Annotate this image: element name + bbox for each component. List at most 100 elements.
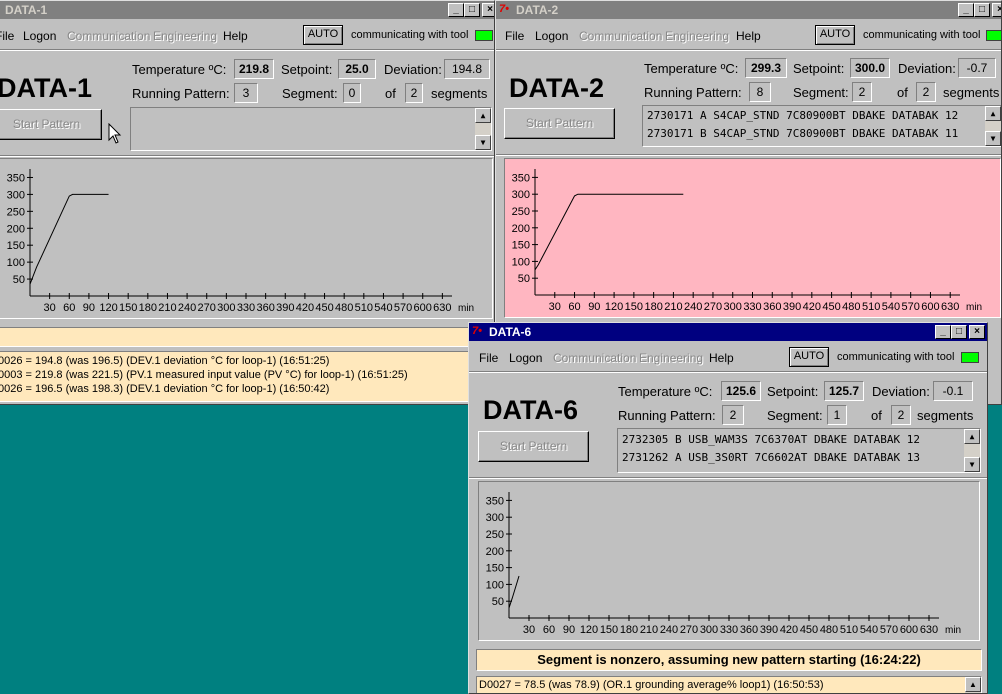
auto-button[interactable]: AUTO — [303, 25, 343, 45]
pattern-row[interactable]: 2730171 A S4CAP_STND 7C80900BT DBAKE DAT… — [647, 109, 958, 122]
x-tick-label: 450 — [822, 301, 840, 313]
pattern-row[interactable]: 2731262 A USB_3S0RT 7C6602AT DBAKE DATAB… — [622, 451, 920, 464]
y-tick-label: 150 — [486, 563, 504, 575]
title-bar[interactable]: DATA-1 _ □ × — [0, 1, 494, 19]
close-button[interactable]: × — [482, 3, 494, 17]
x-tick-label: 240 — [178, 302, 196, 314]
y-tick-label: 100 — [7, 257, 25, 269]
pattern-row[interactable]: 2732305 B USB_WAM3S 7C6370AT DBAKE DATAB… — [622, 433, 920, 446]
title-bar[interactable]: 7• DATA-2 _ □ × — [496, 1, 1001, 19]
x-tick-label: 150 — [625, 301, 643, 313]
x-tick-label: 630 — [941, 301, 959, 313]
x-tick-label: 540 — [882, 301, 900, 313]
x-tick-label: 630 — [433, 302, 451, 314]
trend-chart: 50 100 150 200 250 300 350 30 60 90 120 150 180 210 24… — [478, 481, 980, 641]
auto-button[interactable]: AUTO — [789, 347, 829, 367]
pattern-list[interactable]: ▲ ▼ — [130, 107, 492, 151]
start-pattern-button[interactable]: Start Pattern — [504, 108, 615, 139]
scroll-down-icon[interactable]: ▼ — [475, 135, 491, 150]
pattern-list[interactable]: 2732305 B USB_WAM3S 7C6370AT DBAKE DATAB… — [617, 428, 981, 473]
running-pattern-label: Running Pattern: — [132, 86, 230, 101]
x-tick-label: 270 — [198, 302, 216, 314]
setpoint-label: Setpoint: — [767, 384, 819, 399]
minimize-button[interactable]: _ — [448, 3, 464, 17]
maximize-button[interactable]: □ — [464, 3, 480, 17]
x-tick-label: 330 — [237, 302, 255, 314]
minimize-button[interactable]: _ — [935, 325, 951, 339]
of-segments-value: 2 — [405, 83, 423, 103]
temperature-value: 219.8 — [234, 59, 274, 79]
log-scrollbar[interactable]: ▲ — [965, 677, 981, 693]
x-tick-label: 540 — [860, 624, 878, 636]
x-tick-label: 360 — [256, 302, 274, 314]
x-tick-label: 510 — [355, 302, 373, 314]
temperature-series-line — [534, 193, 684, 271]
close-button[interactable]: × — [992, 3, 1001, 17]
temperature-series-line — [508, 575, 520, 609]
menu-communication[interactable]: Communication — [579, 29, 662, 43]
message-banner: Segment is nonzero, assuming new pattern… — [476, 649, 982, 671]
menu-logon[interactable]: Logon — [535, 29, 568, 43]
scroll-up-icon[interactable]: ▲ — [475, 108, 491, 123]
event-log[interactable]: D0027 = 78.5 (was 78.9) (OR.1 grounding … — [476, 676, 982, 693]
x-unit-label: min — [966, 302, 982, 313]
deviation-value: -0.7 — [958, 58, 996, 78]
start-pattern-button[interactable]: Start Pattern — [0, 109, 102, 140]
x-tick-label: 30 — [523, 624, 535, 636]
x-tick-label: 30 — [44, 302, 56, 314]
x-tick-label: 600 — [921, 301, 939, 313]
x-tick-label: 120 — [605, 301, 623, 313]
menu-engineering[interactable]: Engineering — [153, 29, 217, 43]
trend-chart-svg: 5010015020025030035030 60 90 120 150 180 210 24… — [7, 169, 474, 314]
comm-status-text: communicating with tool — [351, 29, 469, 41]
x-tick-label: 210 — [158, 302, 176, 314]
menu-file[interactable]: File — [479, 351, 498, 365]
segment-label: Segment: — [282, 86, 338, 101]
menu-help[interactable]: Help — [736, 29, 761, 43]
menu-communication[interactable]: Communication — [67, 29, 150, 43]
close-button[interactable]: × — [969, 325, 985, 339]
scroll-down-icon[interactable]: ▼ — [964, 457, 980, 472]
start-pattern-button[interactable]: Start Pattern — [478, 431, 589, 462]
pattern-row[interactable]: 2730171 B S4CAP_STND 7C80900BT DBAKE DAT… — [647, 127, 958, 140]
x-tick-label: 450 — [315, 302, 333, 314]
event-log[interactable]: 0026 = 194.8 (was 196.5) (DEV.1 deviatio… — [0, 351, 494, 402]
menu-logon[interactable]: Logon — [23, 29, 56, 43]
menu-help[interactable]: Help — [709, 351, 734, 365]
scroll-down-icon[interactable]: ▼ — [985, 131, 1001, 146]
menu-bar: File Logon Communication Engineering Hel… — [469, 342, 987, 370]
x-tick-label: 300 — [700, 624, 718, 636]
minimize-button[interactable]: _ — [958, 3, 974, 17]
x-tick-label: 180 — [620, 624, 638, 636]
scroll-up-icon[interactable]: ▲ — [985, 106, 1001, 121]
of-segments-value: 2 — [916, 82, 936, 102]
maximize-button[interactable]: □ — [974, 3, 990, 17]
menu-bar: File Logon Communication Engineering Hel… — [0, 20, 494, 48]
menu-file[interactable]: File — [505, 29, 524, 43]
pattern-scrollbar[interactable]: ▲ ▼ — [985, 106, 1001, 146]
x-tick-label: 150 — [600, 624, 618, 636]
menu-logon[interactable]: Logon — [509, 351, 542, 365]
app-logo-icon: 7• — [472, 325, 482, 337]
menu-communication[interactable]: Communication — [553, 351, 636, 365]
x-tick-label: 360 — [763, 301, 781, 313]
y-tick-label: 200 — [486, 546, 504, 558]
log-row: 0003 = 219.8 (was 221.5) (PV.1 measured … — [0, 369, 408, 381]
pattern-scrollbar[interactable]: ▲ ▼ — [964, 429, 980, 472]
y-tick-label: 100 — [486, 579, 504, 591]
auto-button[interactable]: AUTO — [815, 25, 855, 45]
menu-file[interactable]: File — [0, 29, 14, 43]
scroll-up-icon[interactable]: ▲ — [965, 677, 981, 692]
title-bar[interactable]: 7• DATA-6 _ □ × — [469, 323, 987, 341]
x-tick-label: 600 — [900, 624, 918, 636]
menu-engineering[interactable]: Engineering — [639, 351, 703, 365]
temperature-label: Temperature ºC: — [644, 61, 739, 76]
scroll-up-icon[interactable]: ▲ — [964, 429, 980, 444]
maximize-button[interactable]: □ — [951, 325, 967, 339]
pattern-scrollbar[interactable]: ▲ ▼ — [475, 108, 491, 150]
menu-help[interactable]: Help — [223, 29, 248, 43]
pattern-list[interactable]: 2730171 A S4CAP_STND 7C80900BT DBAKE DAT… — [642, 105, 1001, 147]
setpoint-value: 300.0 — [850, 58, 890, 78]
menu-engineering[interactable]: Engineering — [665, 29, 729, 43]
x-tick-label: 210 — [664, 301, 682, 313]
